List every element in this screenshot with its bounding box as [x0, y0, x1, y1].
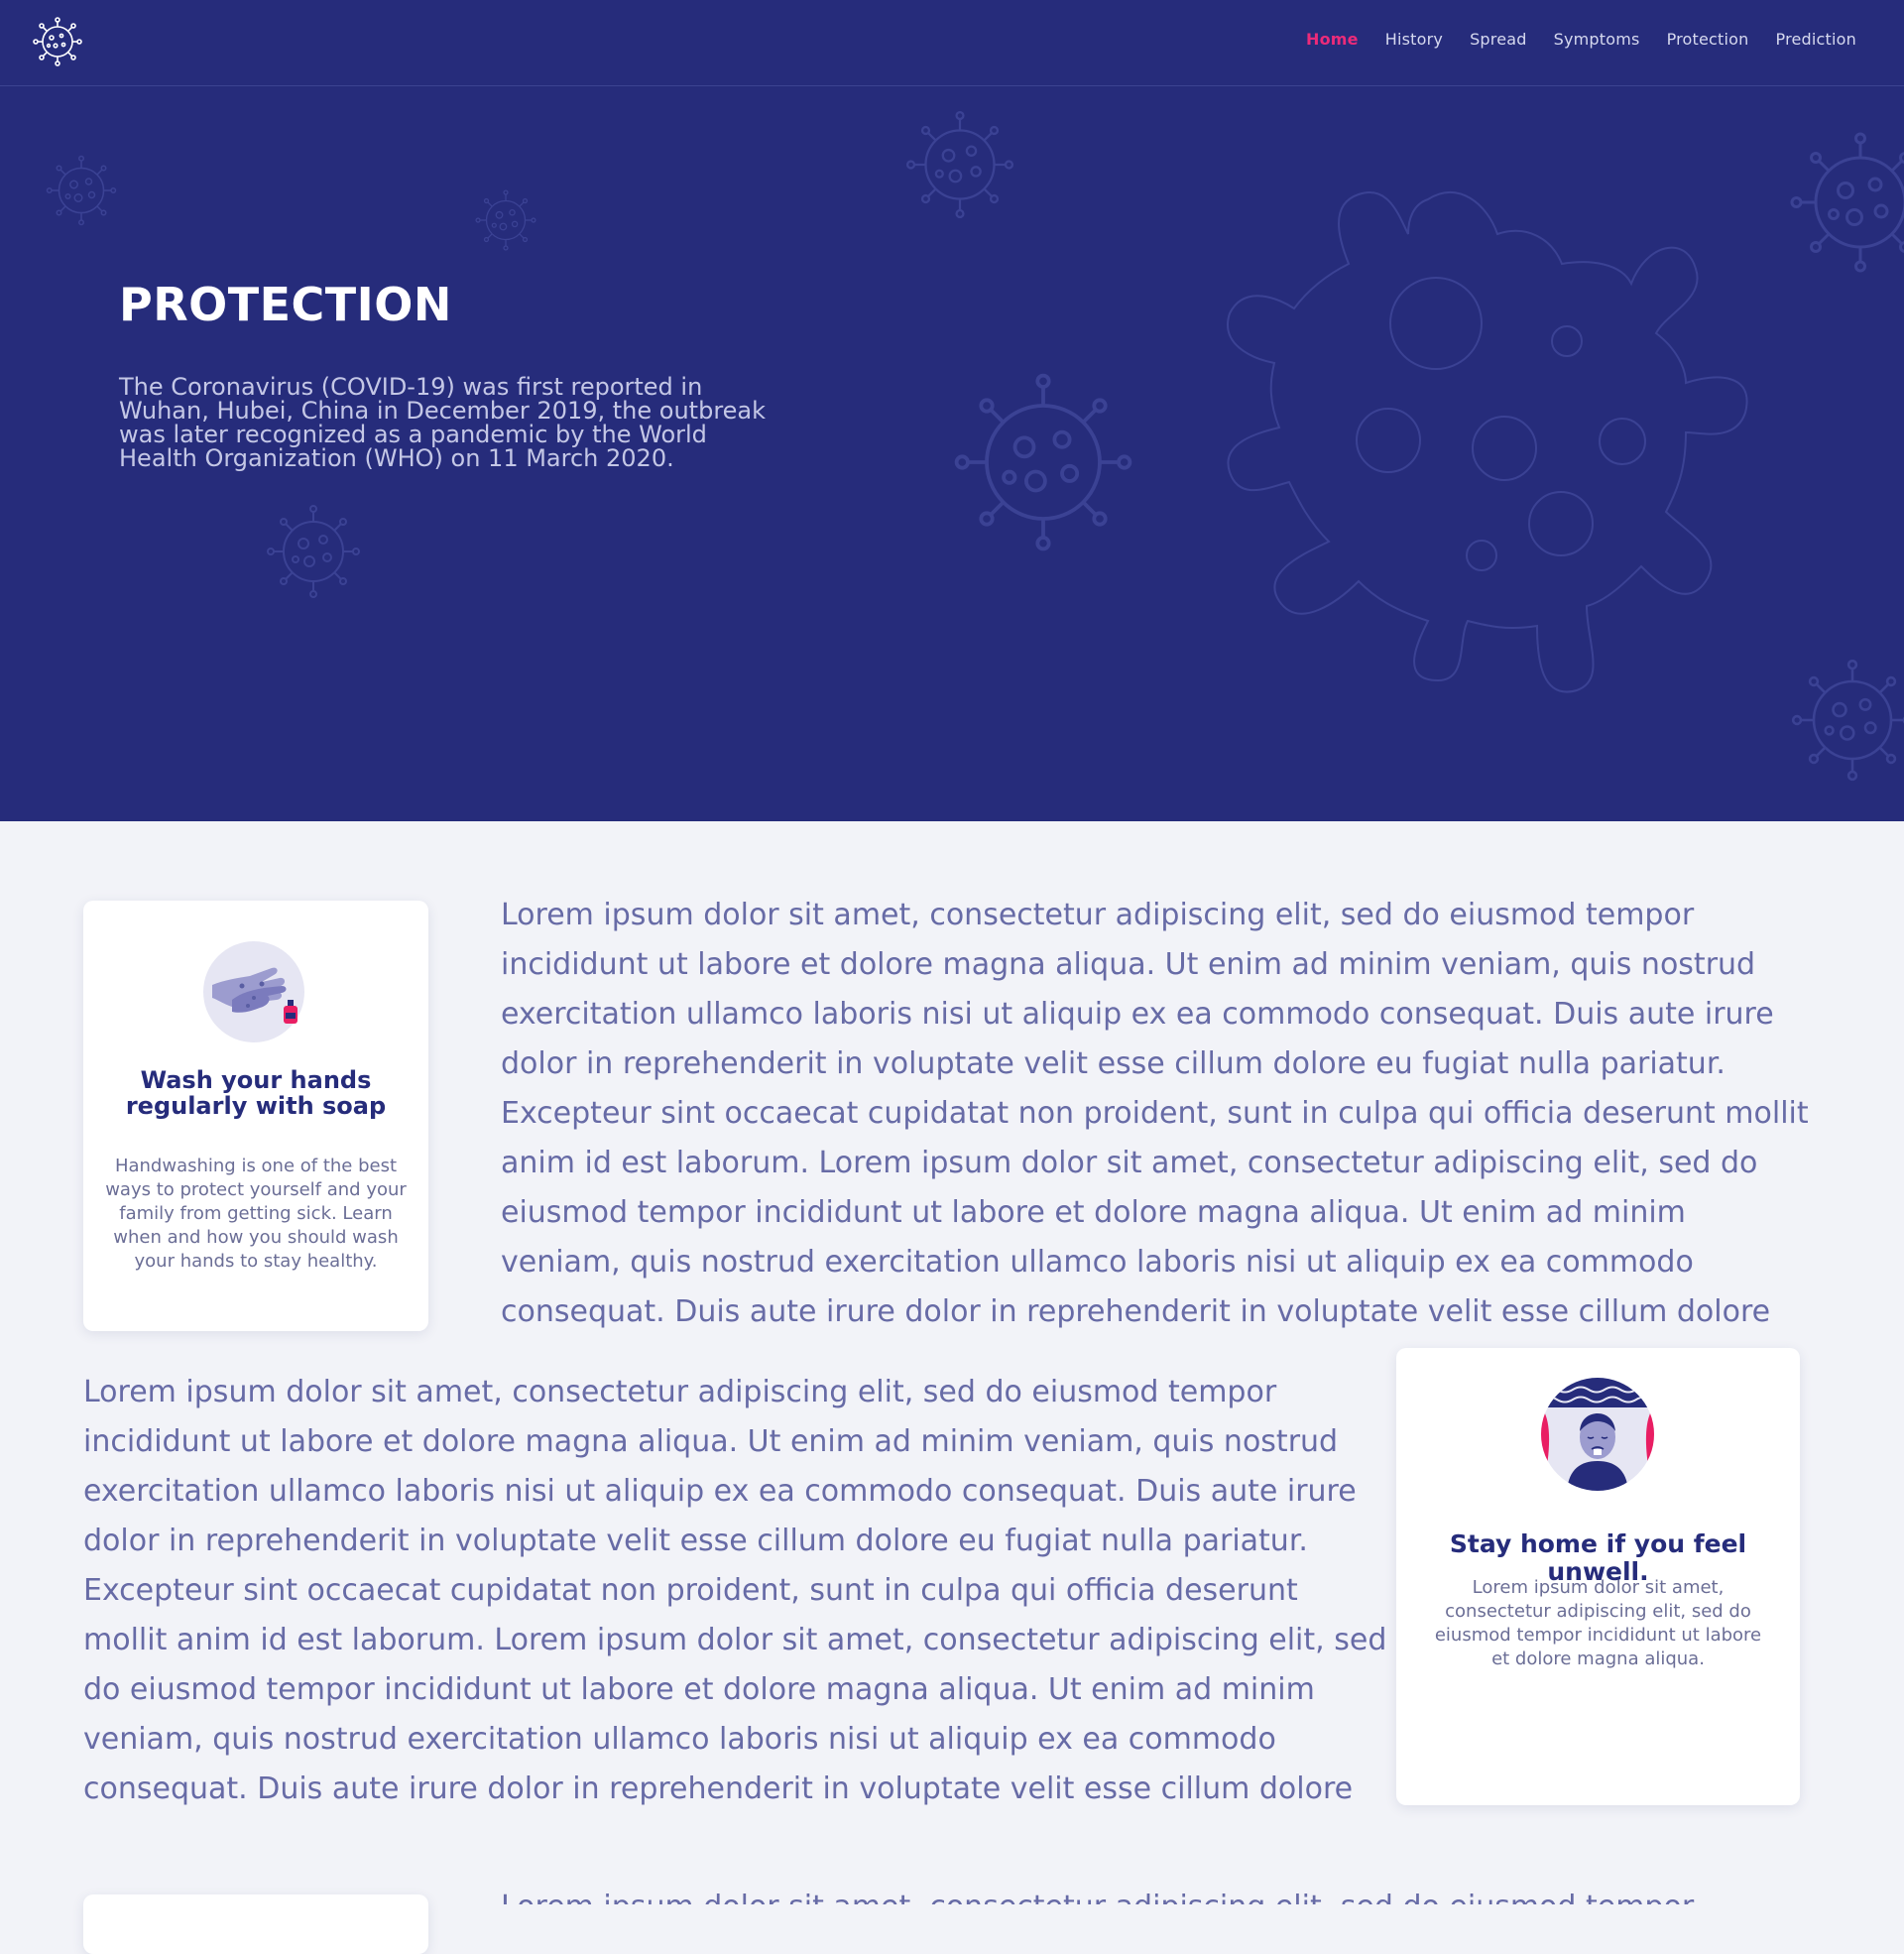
- sick-person-icon: [1541, 1378, 1654, 1491]
- handwash-card: Wash your hands regularly with soap Hand…: [83, 901, 428, 1331]
- partial-card: [83, 1894, 428, 1954]
- page-title: PROTECTION: [119, 278, 452, 331]
- stay-home-card-text: Lorem ipsum dolor sit amet, consectetur …: [1434, 1577, 1762, 1669]
- nav-symptoms[interactable]: Symptoms: [1554, 30, 1640, 49]
- hand-washing-icon: [203, 941, 304, 1042]
- content-paragraph-1: Lorem ipsum dolor sit amet, consectetur …: [501, 898, 1809, 1329]
- handwash-card-title: Wash your hands regularly with soap: [125, 1066, 387, 1120]
- hero-intro-text: The Coronavirus (COVID-19) was first rep…: [119, 373, 767, 472]
- nav-home[interactable]: Home: [1306, 30, 1359, 49]
- hero-section: PROTECTION The Coronavirus (COVID-19) wa…: [0, 85, 1904, 821]
- top-navbar: Home History Spread Symptoms Protection …: [0, 0, 1904, 86]
- handwash-card-text: Handwashing is one of the best ways to p…: [105, 1156, 407, 1272]
- content-paragraph-2: Lorem ipsum dolor sit amet, consectetur …: [83, 1375, 1387, 1806]
- stay-home-card: Stay home if you feel unwell. Lorem ipsu…: [1396, 1348, 1800, 1805]
- nav-spread[interactable]: Spread: [1470, 30, 1527, 49]
- virus-logo-icon[interactable]: [32, 16, 83, 67]
- nav-prediction[interactable]: Prediction: [1776, 30, 1856, 49]
- nav-history[interactable]: History: [1385, 30, 1443, 49]
- content-paragraph-3: Lorem ipsum dolor sit amet, consectetur …: [501, 1883, 1810, 1904]
- main-nav: Home History Spread Symptoms Protection …: [1279, 30, 1856, 49]
- nav-protection[interactable]: Protection: [1667, 30, 1749, 49]
